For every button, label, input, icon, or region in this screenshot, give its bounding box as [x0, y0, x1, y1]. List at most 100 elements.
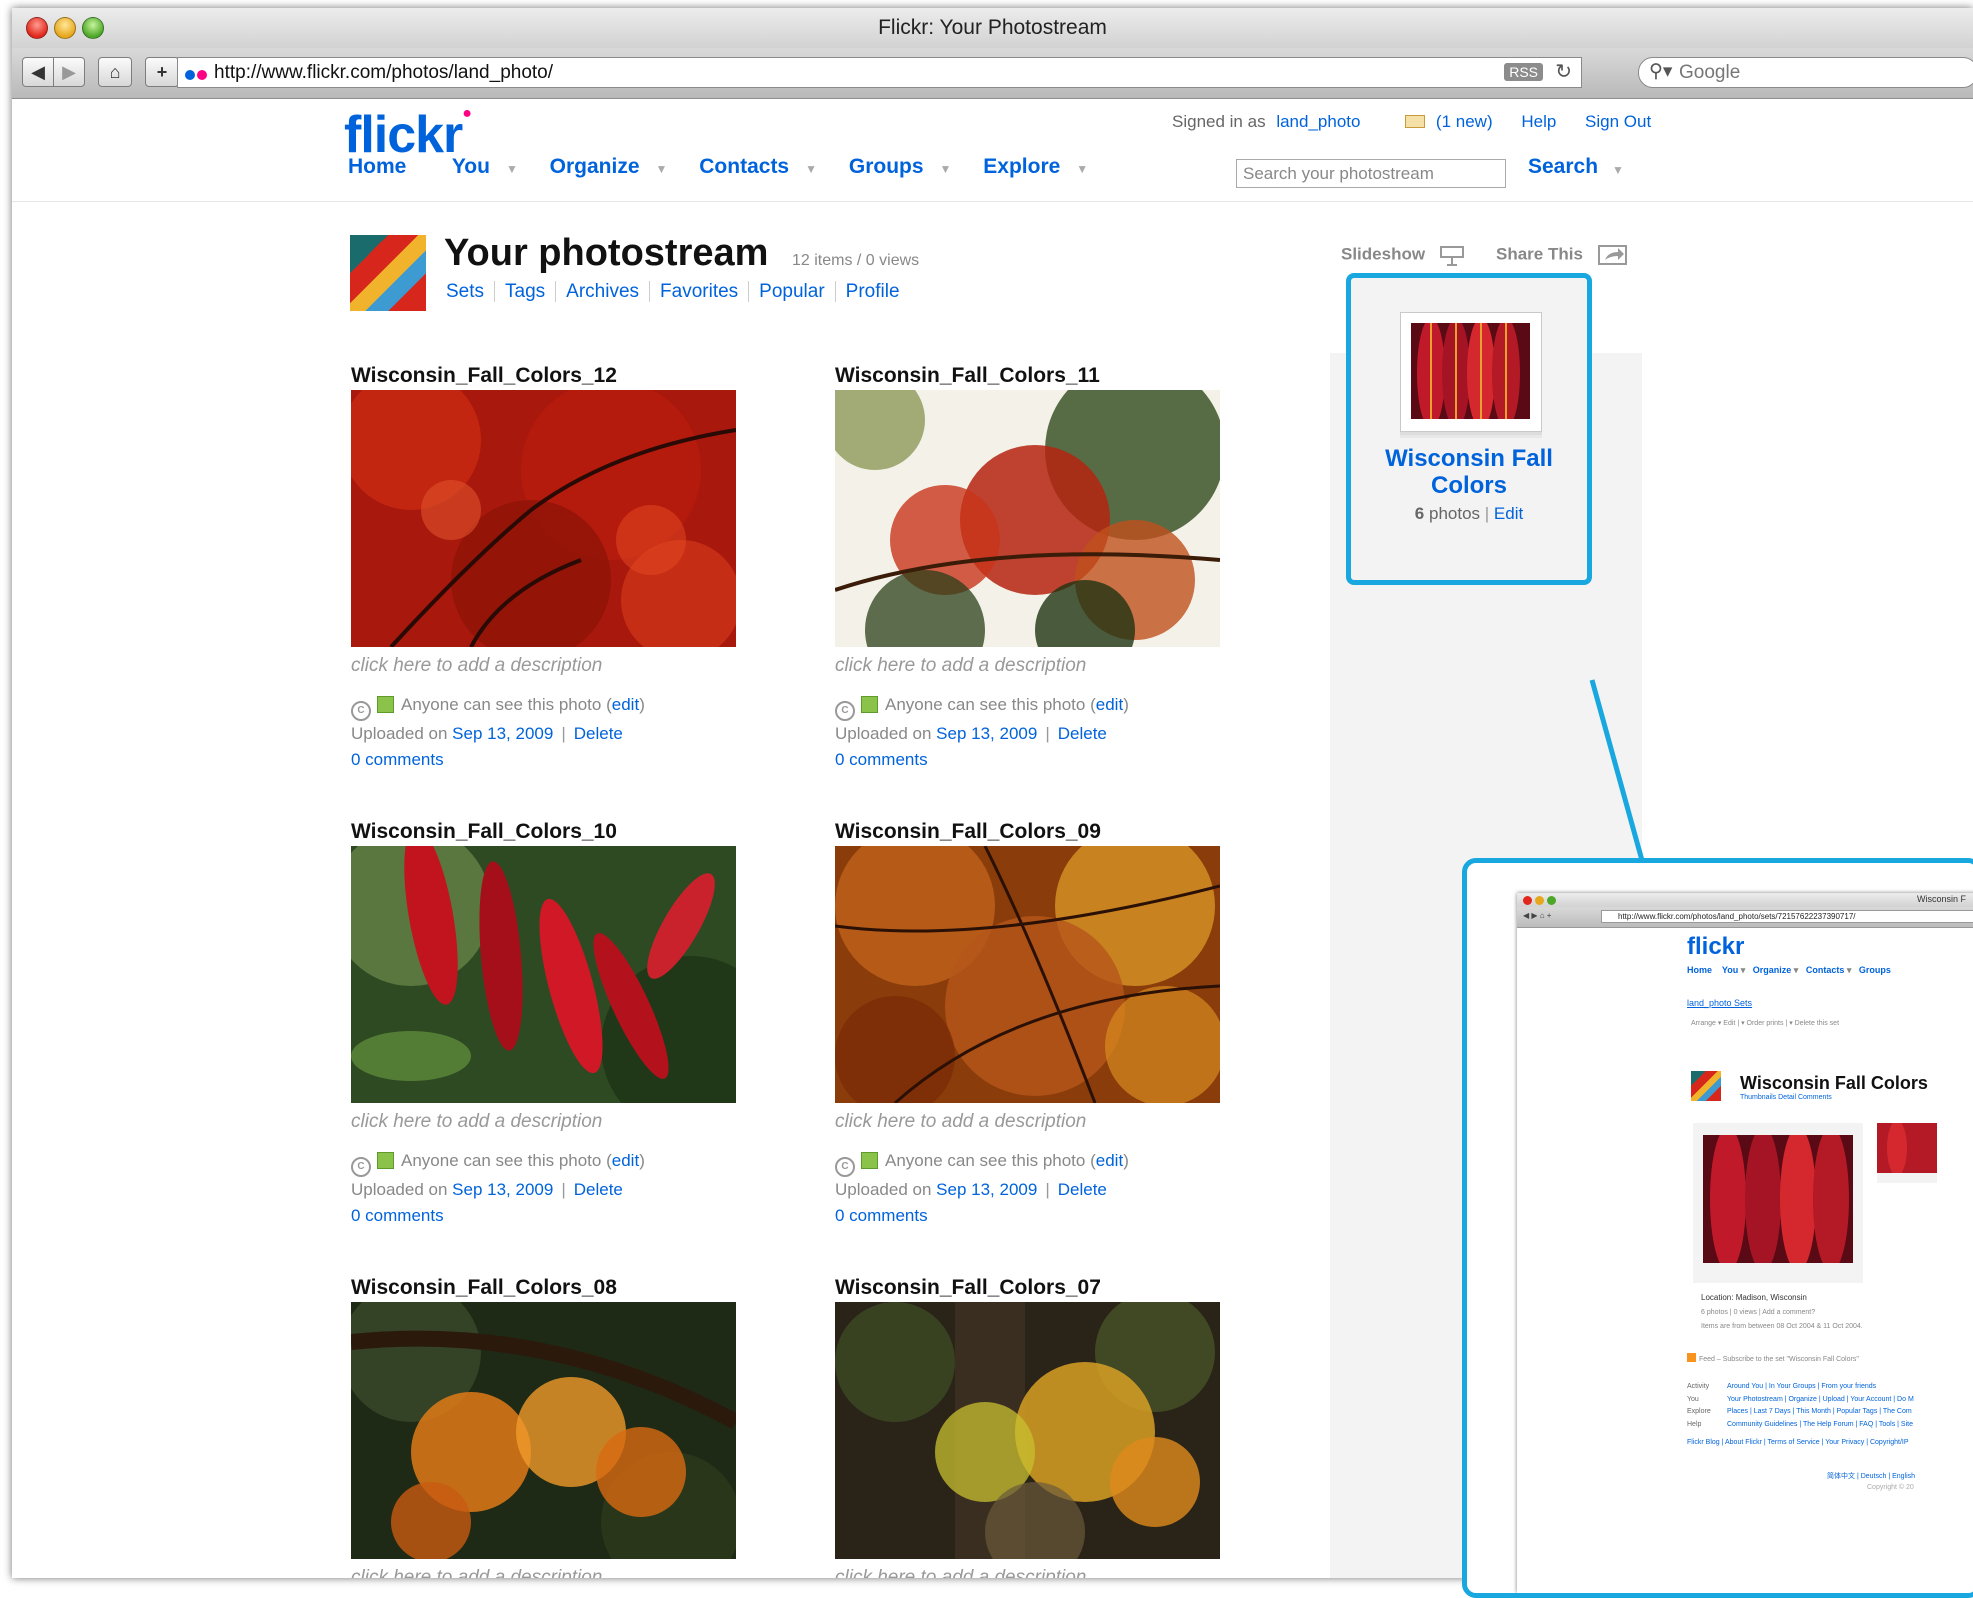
nav-home[interactable]: Home — [348, 155, 406, 178]
photo-description[interactable]: click here to add a description — [835, 655, 1235, 677]
slideshow-button[interactable]: Slideshow — [1341, 244, 1464, 266]
photo-description[interactable]: click here to add a description — [351, 1111, 751, 1133]
photo-item: Wisconsin_Fall_Colors_07 click here to a… — [835, 1276, 1235, 1578]
nav-organize[interactable]: Organize — [550, 155, 640, 178]
share-label: Share This — [1496, 244, 1583, 264]
upload-date-link[interactable]: Sep 13, 2009 — [936, 1180, 1037, 1199]
logo-dot-icon: ● — [462, 105, 472, 122]
address-bar[interactable]: http://www.flickr.com/photos/land_photo/… — [177, 57, 1582, 88]
nav-you[interactable]: You — [452, 155, 490, 178]
share-button[interactable]: Share This — [1496, 244, 1628, 266]
preview-footer-link-row: Around You | In Your Groups | From your … — [1727, 1383, 1877, 1390]
reload-icon[interactable]: ↻ — [1555, 59, 1572, 84]
comments-link[interactable]: 0 comments — [835, 1206, 928, 1225]
privacy-text: Anyone can see this photo — [885, 695, 1086, 714]
photo-title[interactable]: Wisconsin_Fall_Colors_12 — [351, 364, 751, 390]
upload-date-link[interactable]: Sep 13, 2009 — [452, 1180, 553, 1199]
signed-in-label: Signed in as — [1172, 112, 1266, 131]
privacy-edit-link[interactable]: edit — [1096, 695, 1123, 714]
photo-image — [351, 1302, 736, 1559]
delete-link[interactable]: Delete — [1058, 724, 1107, 743]
photo-description[interactable]: click here to add a description — [835, 1111, 1235, 1133]
organize-dropdown-icon[interactable]: ▼ — [656, 162, 668, 176]
upload-date-link[interactable]: Sep 13, 2009 — [452, 724, 553, 743]
tab-favorites[interactable]: Favorites — [649, 281, 749, 302]
nav-explore[interactable]: Explore — [983, 155, 1060, 178]
search-button[interactable]: Search — [1528, 155, 1598, 179]
tab-profile[interactable]: Profile — [834, 281, 910, 302]
search-dropdown-icon[interactable]: ▼ — [1612, 163, 1624, 177]
tab-archives[interactable]: Archives — [555, 281, 650, 302]
photo-title[interactable]: Wisconsin_Fall_Colors_09 — [835, 820, 1235, 846]
preview-main-photo — [1693, 1123, 1863, 1283]
back-button[interactable]: ◀ — [22, 57, 54, 87]
user-bar: Signed in as land_photo (1 new) Help Sig… — [1172, 112, 1651, 132]
url-text: http://www.flickr.com/photos/land_photo/ — [214, 62, 554, 83]
add-bookmark-button[interactable]: + — [145, 57, 179, 87]
nav-groups[interactable]: Groups — [849, 155, 924, 178]
header-divider — [12, 201, 1973, 202]
preview-photo-image-2 — [1877, 1123, 1937, 1173]
set-title[interactable]: Wisconsin Fall Colors — [1351, 445, 1587, 499]
photo-comments: 0 comments — [351, 747, 751, 773]
main-nav: Home You ▼ Organize ▼ Contacts ▼ Groups ▼ Ex… — [348, 155, 1114, 179]
photo-title[interactable]: Wisconsin_Fall_Colors_07 — [835, 1276, 1235, 1302]
photo-thumbnail[interactable] — [835, 846, 1220, 1103]
delete-link[interactable]: Delete — [1058, 1180, 1107, 1199]
preview-flickr-logo: flickr — [1687, 933, 1745, 960]
google-search-field[interactable]: ⚲▾ Google — [1638, 57, 1973, 88]
privacy-edit-link[interactable]: edit — [1096, 1151, 1123, 1170]
delete-link[interactable]: Delete — [574, 724, 623, 743]
photo-thumbnail[interactable] — [351, 390, 736, 647]
preview-toolbar: ◀ ▶ ⌂ + http://www.flickr.com/photos/lan… — [1517, 907, 1973, 928]
photo-thumbnail[interactable] — [835, 390, 1220, 647]
delete-link[interactable]: Delete — [574, 1180, 623, 1199]
nav-contacts[interactable]: Contacts — [699, 155, 789, 178]
photo-description[interactable]: click here to add a description — [351, 1567, 751, 1578]
photo-title[interactable]: Wisconsin_Fall_Colors_08 — [351, 1276, 751, 1302]
sign-out-link[interactable]: Sign Out — [1585, 112, 1651, 131]
you-dropdown-icon[interactable]: ▼ — [506, 162, 518, 176]
slideshow-icon — [1439, 246, 1464, 266]
home-button[interactable]: ⌂ — [98, 57, 132, 87]
tab-sets[interactable]: Sets — [446, 281, 494, 302]
tab-popular[interactable]: Popular — [748, 281, 835, 302]
photo-description[interactable]: click here to add a description — [351, 655, 751, 677]
set-edit-link[interactable]: Edit — [1494, 504, 1523, 523]
privacy-edit-link[interactable]: edit — [612, 695, 639, 714]
comments-link[interactable]: 0 comments — [351, 750, 444, 769]
buddy-icon[interactable] — [350, 235, 426, 311]
comments-link[interactable]: 0 comments — [835, 750, 928, 769]
rss-button[interactable]: RSS — [1504, 63, 1543, 81]
tab-tags[interactable]: Tags — [494, 281, 556, 302]
set-card-highlight[interactable]: Wisconsin Fall Colors 6 photos | Edit — [1346, 273, 1592, 585]
photostream-search-input[interactable]: Search your photostream — [1236, 159, 1506, 188]
preview-view-tabs: Thumbnails Detail Comments — [1740, 1094, 1832, 1101]
set-thumbnail[interactable] — [1400, 312, 1542, 432]
photo-comments: 0 comments — [835, 1203, 1235, 1229]
photo-title[interactable]: Wisconsin_Fall_Colors_10 — [351, 820, 751, 846]
copyright-icon: C — [351, 701, 371, 721]
preview-feed-icon — [1687, 1353, 1696, 1362]
photo-title[interactable]: Wisconsin_Fall_Colors_11 — [835, 364, 1235, 390]
uploaded-label: Uploaded on — [351, 1180, 448, 1199]
photo-thumbnail[interactable] — [351, 846, 736, 1103]
help-link[interactable]: Help — [1521, 112, 1556, 131]
title-bar: Flickr: Your Photostream — [12, 8, 1973, 49]
mail-icon[interactable] — [1405, 115, 1426, 128]
username-link[interactable]: land_photo — [1276, 112, 1360, 131]
groups-dropdown-icon[interactable]: ▼ — [940, 162, 952, 176]
forward-button[interactable]: ▶ — [53, 57, 85, 87]
contacts-dropdown-icon[interactable]: ▼ — [805, 162, 817, 176]
photo-thumbnail[interactable] — [835, 1302, 1220, 1559]
preview-languages: 简体中文 | Deutsch | English — [1827, 1473, 1916, 1480]
photo-thumbnail[interactable] — [351, 1302, 736, 1559]
photo-description[interactable]: click here to add a description — [835, 1567, 1235, 1578]
comments-link[interactable]: 0 comments — [351, 1206, 444, 1225]
page-title: Your photostream — [444, 232, 769, 274]
explore-dropdown-icon[interactable]: ▼ — [1076, 162, 1088, 176]
photo-image — [835, 1302, 1220, 1559]
upload-date-link[interactable]: Sep 13, 2009 — [936, 724, 1037, 743]
mail-link[interactable]: (1 new) — [1436, 112, 1493, 131]
privacy-edit-link[interactable]: edit — [612, 1151, 639, 1170]
